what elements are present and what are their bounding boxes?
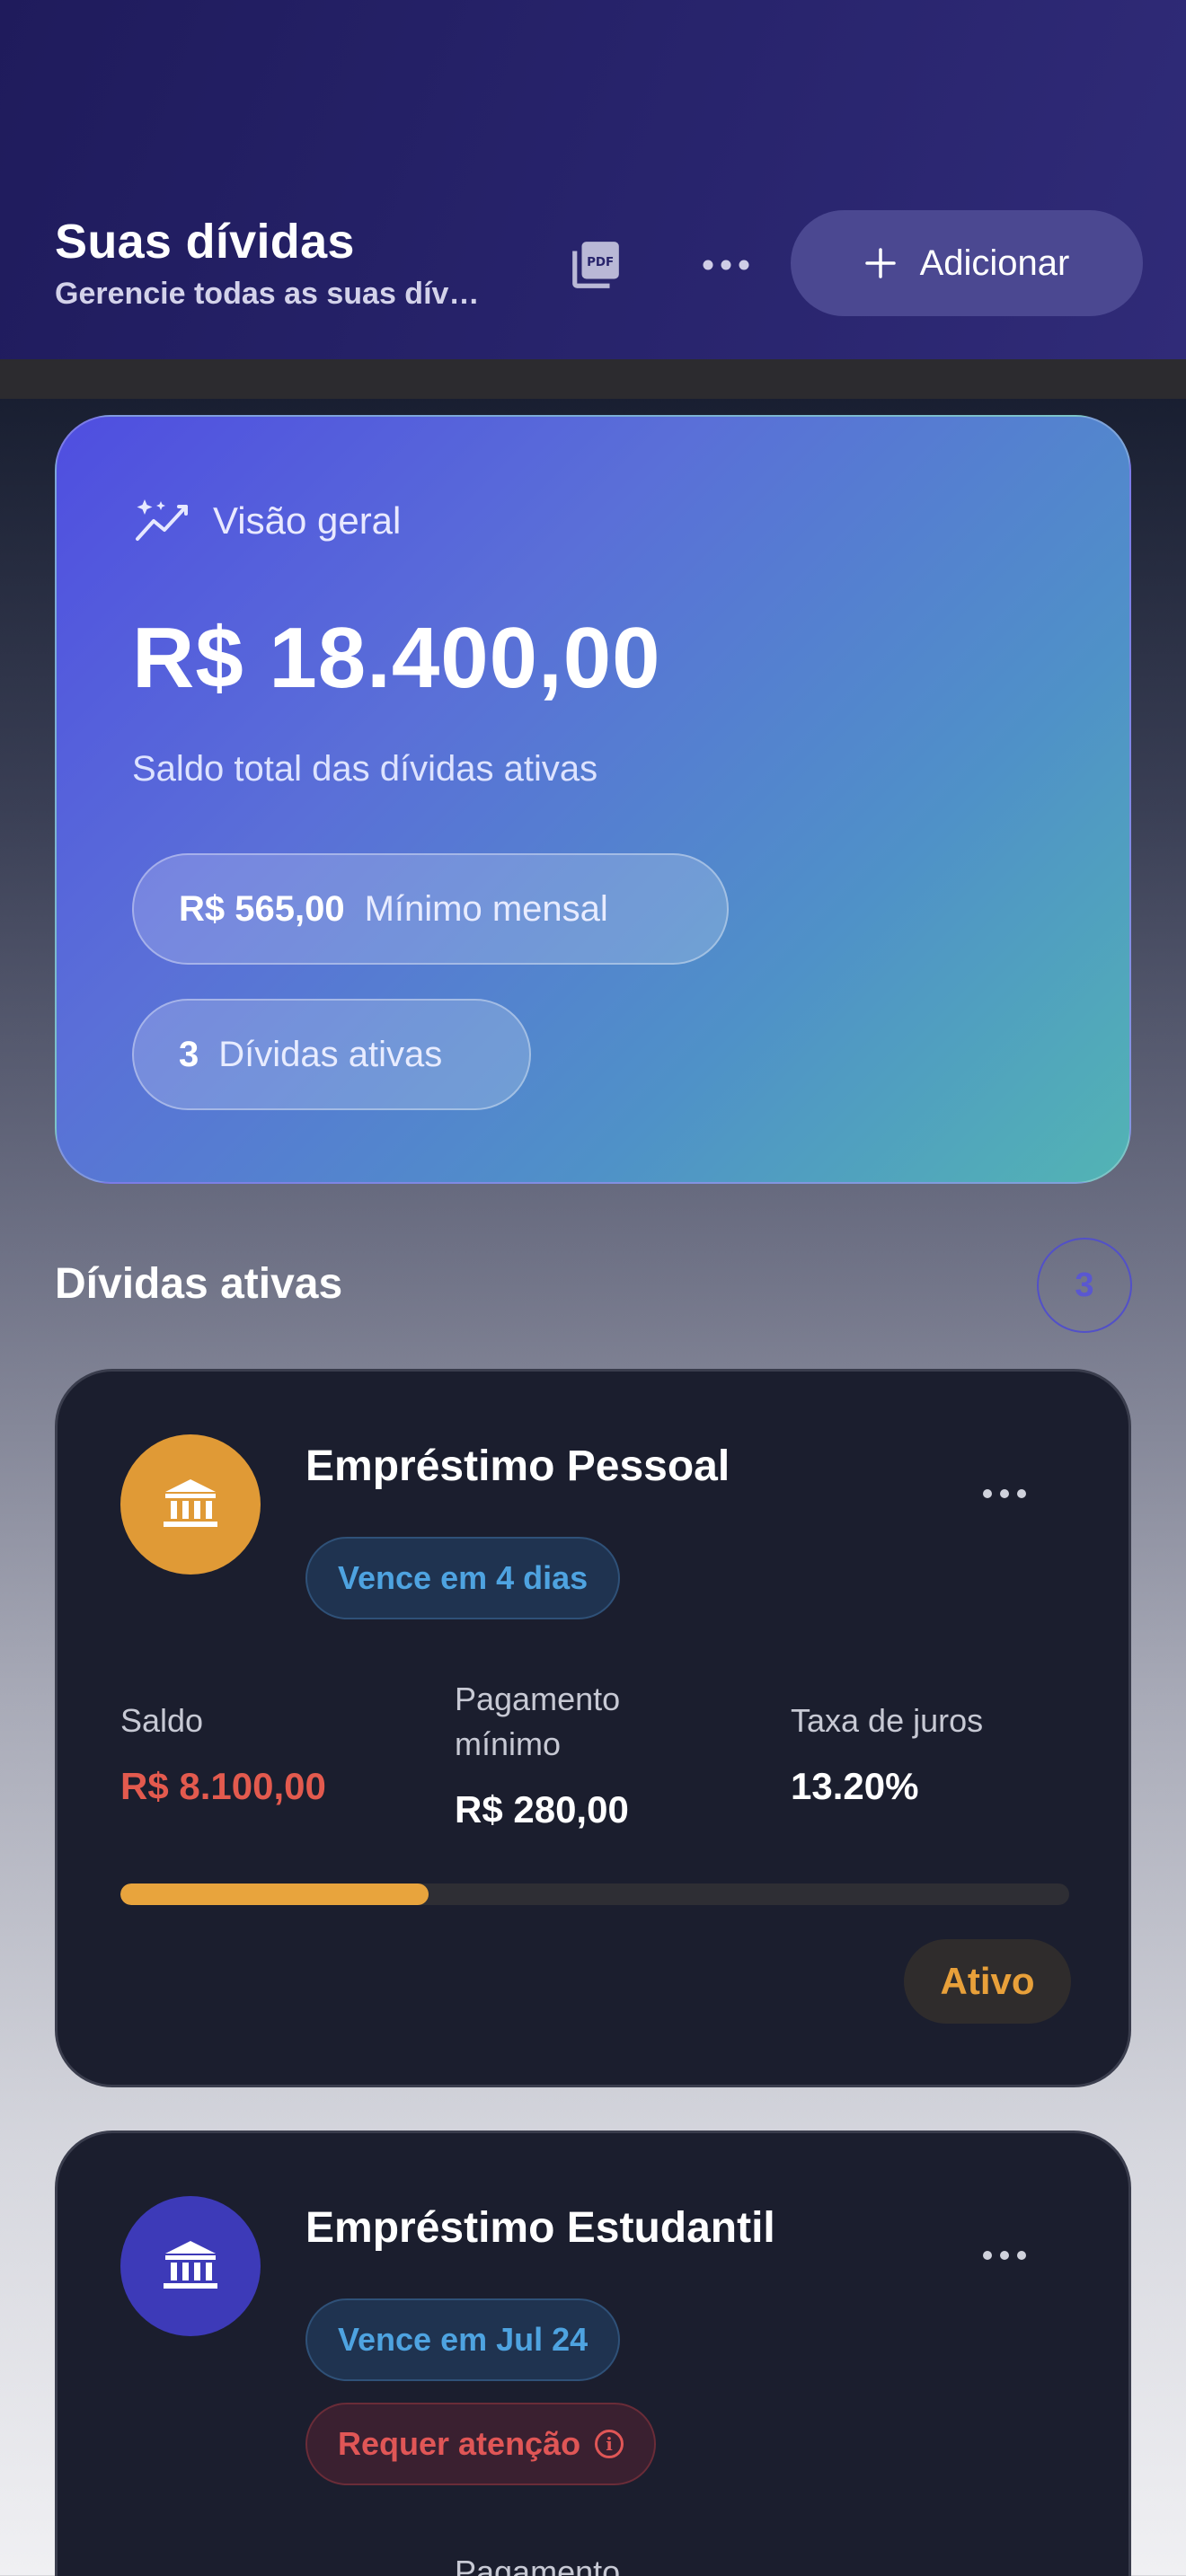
plus-icon <box>864 248 896 278</box>
minimum-payment-label: Pagamento mínimo <box>455 1681 621 1762</box>
balance-value: R$ 8.100,00 <box>120 1765 326 1807</box>
active-debts-label: Dívidas ativas <box>218 1034 443 1074</box>
attention-badge[interactable]: Requer atenção i <box>305 2403 657 2485</box>
page-subtitle: Gerencie todas as suas dívidas <box>55 277 486 311</box>
active-debts-count: 3 <box>179 1034 199 1074</box>
overview-label: Visão geral <box>213 499 402 542</box>
total-debt-amount: R$ 18.400,00 <box>132 610 661 706</box>
balance-label: Saldo <box>120 1702 204 1739</box>
bank-icon <box>164 2241 217 2289</box>
minimum-payment-value: R$ 280,00 <box>455 1788 629 1831</box>
header-more-button[interactable] <box>692 235 760 295</box>
sparkle-chart-icon <box>136 499 188 541</box>
page-title: Suas dívidas <box>55 215 355 269</box>
monthly-minimum-label: Mínimo mensal <box>364 888 608 929</box>
debt-more-button[interactable] <box>960 1467 1049 1521</box>
header-divider <box>0 359 1186 399</box>
section-title: Dívidas ativas <box>55 1260 343 1308</box>
section-count-badge: 3 <box>1037 1238 1132 1333</box>
status-badge: Ativo <box>904 1939 1071 2024</box>
overview-card: Visão geral R$ 18.400,00 Saldo total das… <box>55 415 1131 1184</box>
debt-card[interactable]: Empréstimo Pessoal Vence em 4 dias Saldo… <box>55 1369 1131 2087</box>
monthly-minimum-value: R$ 565,00 <box>179 888 345 929</box>
export-pdf-button[interactable]: PDF <box>566 235 625 295</box>
debt-name: Empréstimo Estudantil <box>305 2204 775 2252</box>
debt-more-button[interactable] <box>960 2228 1049 2282</box>
interest-rate-value: 13.20% <box>791 1765 919 1807</box>
pdf-icon: PDF <box>572 242 619 288</box>
attention-label: Requer atenção <box>338 2425 581 2462</box>
payoff-progress-bar <box>120 1883 1069 1905</box>
minimum-payment-label: Pagamento mínimo <box>455 2554 621 2576</box>
interest-rate-label: Taxa de juros <box>791 1702 984 1739</box>
more-horizontal-icon <box>703 260 749 270</box>
info-icon: i <box>595 2430 624 2458</box>
svg-text:PDF: PDF <box>587 256 614 269</box>
add-button-label: Adicionar <box>919 243 1070 283</box>
overview-header: Visão geral <box>132 496 401 546</box>
due-date-badge: Vence em 4 dias <box>305 1537 621 1619</box>
total-debt-description: Saldo total das dívidas ativas <box>132 749 598 789</box>
due-date-badge: Vence em Jul 24 <box>305 2298 621 2381</box>
more-horizontal-icon <box>983 1489 1026 1498</box>
bank-icon <box>164 1479 217 1527</box>
active-debts-pill: 3 Dívidas ativas <box>132 999 531 1110</box>
add-debt-button[interactable]: Adicionar <box>791 210 1143 316</box>
debt-name: Empréstimo Pessoal <box>305 1442 730 1490</box>
debt-card[interactable]: Empréstimo Estudantil Vence em Jul 24 Re… <box>55 2130 1131 2576</box>
more-horizontal-icon <box>983 2251 1026 2260</box>
monthly-minimum-pill: R$ 565,00 Mínimo mensal <box>132 853 729 965</box>
debt-icon-circle <box>120 1434 261 1575</box>
debt-icon-circle <box>120 2196 261 2336</box>
app-header: Suas dívidas Gerencie todas as suas dívi… <box>0 0 1186 359</box>
payoff-progress-fill <box>120 1883 429 1905</box>
